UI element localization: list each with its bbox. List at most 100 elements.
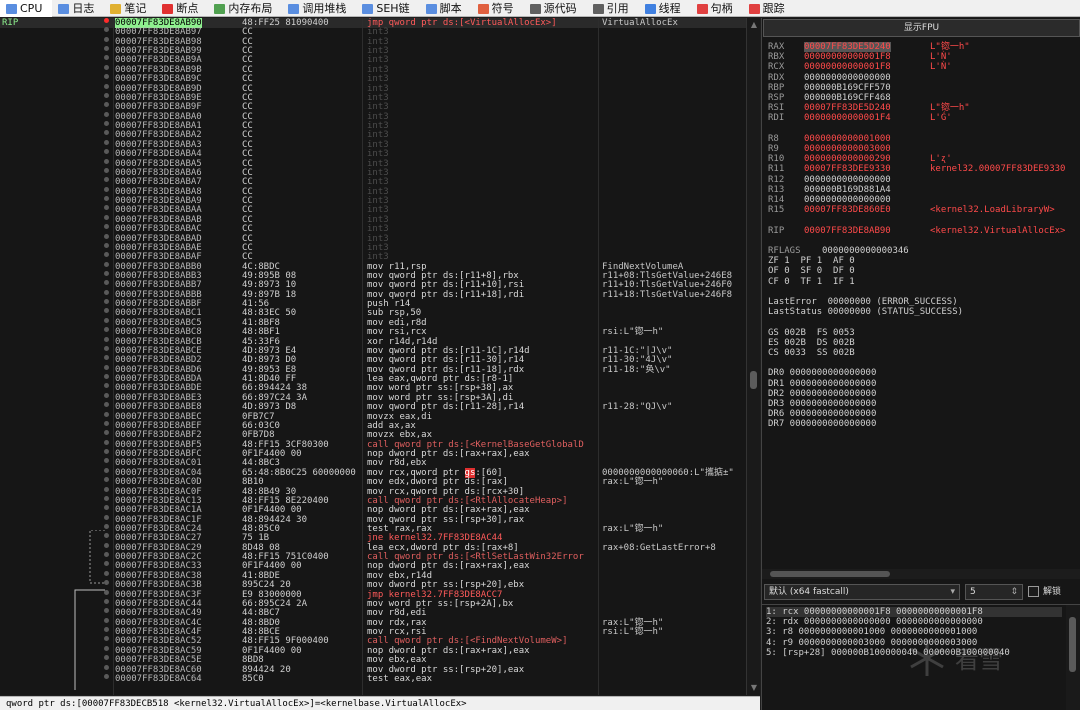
register-row[interactable]: R13 000000B169D881A4 bbox=[768, 185, 1080, 195]
gutter-dot-icon[interactable] bbox=[104, 374, 109, 380]
gutter-dot-icon[interactable] bbox=[104, 355, 109, 361]
gutter-dot-icon[interactable] bbox=[104, 205, 109, 211]
gutter-dot-icon[interactable] bbox=[104, 177, 109, 183]
gutter-dot-icon[interactable] bbox=[104, 402, 109, 408]
tab-source[interactable]: 源代码 bbox=[524, 0, 587, 17]
gutter-dot-icon[interactable] bbox=[104, 523, 109, 529]
tab-threads[interactable]: 线程 bbox=[639, 0, 691, 17]
register-row[interactable]: RCX 00000000000001F8 L'Ǹ' bbox=[768, 62, 1080, 72]
registers-hscrollbar[interactable] bbox=[762, 569, 1080, 579]
show-fpu-button[interactable]: 显示FPU bbox=[763, 19, 1080, 37]
gutter-dot-icon[interactable] bbox=[104, 514, 109, 520]
gutter-dot-icon[interactable] bbox=[104, 252, 109, 258]
register-row[interactable]: GS 002B FS 0053 bbox=[768, 328, 1080, 338]
gutter-dot-icon[interactable] bbox=[104, 486, 109, 492]
register-row[interactable]: RDI 00000000000001F4 L'Ǵ' bbox=[768, 113, 1080, 123]
gutter-dot-icon[interactable] bbox=[104, 299, 109, 305]
register-value[interactable]: 0000000000000290 bbox=[804, 154, 891, 164]
register-row[interactable]: RDX 0000000000000000 bbox=[768, 73, 1080, 83]
register-value[interactable]: 00007FF83DE5D240 bbox=[804, 42, 891, 52]
register-row[interactable]: RFLAGS 0000000000000346 bbox=[768, 246, 1080, 256]
disassembly-scrollbar[interactable]: ▲ ▼ bbox=[746, 18, 760, 695]
register-value[interactable]: 0000000000000000 bbox=[804, 195, 891, 205]
register-row[interactable]: LastError 00000000 (ERROR_SUCCESS) bbox=[768, 297, 1080, 307]
unlock-checkbox[interactable] bbox=[1028, 586, 1039, 597]
register-value[interactable]: 0000000000000000 bbox=[804, 73, 891, 83]
register-value[interactable]: 000000B169CFF570 bbox=[804, 83, 891, 93]
register-row[interactable]: DR3 0000000000000000 bbox=[768, 399, 1080, 409]
tab-notes[interactable]: 笔记 bbox=[104, 0, 156, 17]
breakpoint-dot-icon[interactable] bbox=[104, 18, 109, 23]
tab-references[interactable]: 引用 bbox=[587, 0, 639, 17]
tab-log[interactable]: 日志 bbox=[52, 0, 104, 17]
disassembly-view[interactable]: RIP 00007FF83DE8AB90 48:FF25 81090400 jmp q… bbox=[0, 18, 746, 695]
register-row[interactable]: ZF 1 PF 1 AF 0 bbox=[768, 256, 1080, 266]
register-row[interactable]: DR7 0000000000000000 bbox=[768, 419, 1080, 429]
gutter-dot-icon[interactable] bbox=[104, 64, 109, 70]
gutter-dot-icon[interactable] bbox=[104, 46, 109, 52]
gutter-dot-icon[interactable] bbox=[104, 336, 109, 342]
register-row[interactable]: DR1 0000000000000000 bbox=[768, 379, 1080, 389]
scroll-down-icon[interactable]: ▼ bbox=[749, 683, 759, 693]
gutter-dot-icon[interactable] bbox=[104, 55, 109, 61]
gutter-dot-icon[interactable] bbox=[104, 102, 109, 108]
gutter-dot-icon[interactable] bbox=[104, 280, 109, 286]
gutter-dot-icon[interactable] bbox=[104, 83, 109, 89]
gutter-dot-icon[interactable] bbox=[104, 495, 109, 501]
gutter-dot-icon[interactable] bbox=[104, 317, 109, 323]
gutter-dot-icon[interactable] bbox=[104, 121, 109, 127]
register-row[interactable]: R15 00007FF83DE860E0 <kernel32.LoadLibrary… bbox=[768, 205, 1080, 215]
tab-symbols[interactable]: 符号 bbox=[472, 0, 524, 17]
register-row[interactable]: OF 0 SF 0 DF 0 bbox=[768, 266, 1080, 276]
register-value[interactable]: 0000000000000346 bbox=[822, 246, 909, 256]
gutter-dot-icon[interactable] bbox=[104, 27, 109, 33]
gutter-dot-icon[interactable] bbox=[104, 74, 109, 80]
register-row[interactable]: R8 0000000000001000 bbox=[768, 134, 1080, 144]
gutter-dot-icon[interactable] bbox=[104, 149, 109, 155]
gutter-dot-icon[interactable] bbox=[104, 392, 109, 398]
gutter-dot-icon[interactable] bbox=[104, 289, 109, 295]
register-row[interactable]: LastStatus 00000000 (STATUS_SUCCESS) bbox=[768, 307, 1080, 317]
register-value[interactable]: 00007FF83DE8AB90 bbox=[804, 226, 891, 236]
tab-seh[interactable]: SEH链 bbox=[356, 0, 419, 17]
tab-handles[interactable]: 句柄 bbox=[691, 0, 743, 17]
register-row[interactable]: ES 002B DS 002B bbox=[768, 338, 1080, 348]
register-row[interactable]: R10 0000000000000290 L'ʐ' bbox=[768, 154, 1080, 164]
gutter-dot-icon[interactable] bbox=[104, 467, 109, 473]
register-row[interactable]: RSP 000000B169CFF468 bbox=[768, 93, 1080, 103]
scroll-up-icon[interactable]: ▲ bbox=[749, 20, 759, 30]
register-value[interactable]: 0000000000001000 bbox=[804, 134, 891, 144]
gutter-dot-icon[interactable] bbox=[104, 186, 109, 192]
register-row[interactable]: RBX 00000000000001F8 L'Ǹ' bbox=[768, 52, 1080, 62]
gutter-dot-icon[interactable] bbox=[104, 420, 109, 426]
gutter-dot-icon[interactable] bbox=[104, 196, 109, 202]
gutter-dot-icon[interactable] bbox=[104, 139, 109, 145]
gutter-dot-icon[interactable] bbox=[104, 458, 109, 464]
scrollbar-thumb[interactable] bbox=[750, 371, 757, 389]
gutter-dot-icon[interactable] bbox=[104, 439, 109, 445]
register-row[interactable]: RIP 00007FF83DE8AB90 <kernel32.VirtualAllo… bbox=[768, 226, 1080, 236]
gutter-dot-icon[interactable] bbox=[104, 36, 109, 42]
gutter-dot-icon[interactable] bbox=[104, 477, 109, 483]
gutter-dot-icon[interactable] bbox=[104, 449, 109, 455]
argument-row[interactable]: 2: rdx 0000000000000000 0000000000000000 bbox=[766, 617, 983, 627]
register-value[interactable]: 0000000000000000 bbox=[804, 175, 891, 185]
gutter-dot-icon[interactable] bbox=[104, 158, 109, 164]
register-row[interactable]: CF 0 TF 1 IF 1 bbox=[768, 277, 1080, 287]
register-row[interactable]: R9 0000000000003000 bbox=[768, 144, 1080, 154]
tab-breakpoint[interactable]: 断点 bbox=[156, 0, 208, 17]
scrollbar-thumb[interactable] bbox=[1069, 617, 1076, 672]
register-row[interactable]: DR6 0000000000000000 bbox=[768, 409, 1080, 419]
tab-call-stack[interactable]: 调用堆栈 bbox=[282, 0, 356, 17]
register-list[interactable]: RAX 00007FF83DE5D240 L"锪一h" RBX 000000000000… bbox=[762, 38, 1080, 573]
register-row[interactable]: R12 0000000000000000 bbox=[768, 175, 1080, 185]
register-row[interactable]: R11 00007FF83DEE9330 kernel32.00007FF83DEE… bbox=[768, 164, 1080, 174]
register-value[interactable]: 0000000000003000 bbox=[804, 144, 891, 154]
gutter-dot-icon[interactable] bbox=[104, 308, 109, 314]
register-row[interactable]: RSI 00007FF83DE5D240 L"锪一h" bbox=[768, 103, 1080, 113]
gutter-dot-icon[interactable] bbox=[104, 270, 109, 276]
gutter-dot-icon[interactable] bbox=[104, 345, 109, 351]
register-row[interactable]: RBP 000000B169CFF570 bbox=[768, 83, 1080, 93]
gutter-dot-icon[interactable] bbox=[104, 167, 109, 173]
register-value[interactable]: 00000000000001F8 bbox=[804, 52, 891, 62]
